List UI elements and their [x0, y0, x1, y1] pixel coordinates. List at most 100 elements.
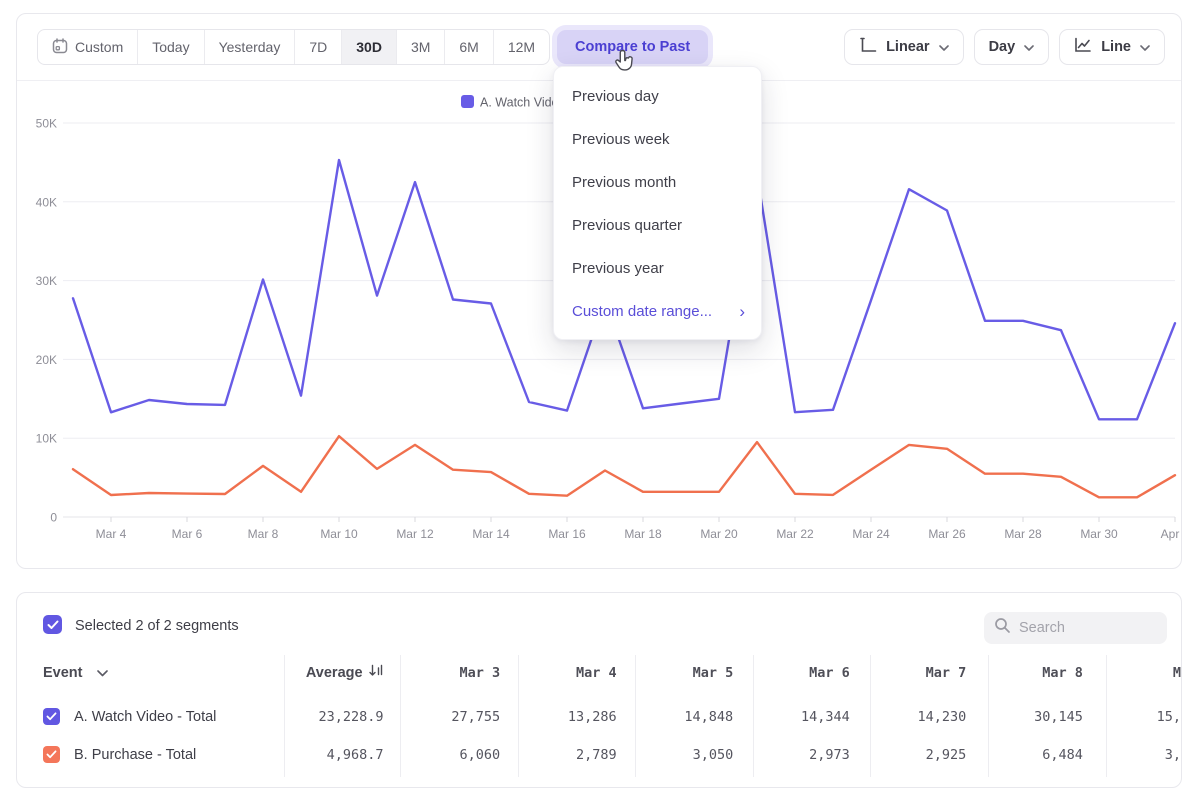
average-column-header[interactable]: Average: [282, 664, 397, 682]
x-axis-label: Mar 8: [248, 527, 279, 541]
y-axis-label: 10K: [36, 432, 57, 446]
segment-checkbox[interactable]: [43, 746, 60, 763]
range-option-12m[interactable]: 12M: [493, 30, 549, 64]
insights-report-page: Custom Today Yesterday 7D 30D 3M 6M 12M Compare…: [0, 0, 1200, 802]
average-cell: 23,228.9: [282, 709, 397, 725]
x-axis-label: Mar 14: [472, 527, 510, 541]
compare-to-past-button[interactable]: Compare to Past: [557, 30, 708, 64]
menu-item-previous-year[interactable]: Previous year: [554, 247, 761, 290]
table-row: B. Purchase - Total 4,968.76,0602,7893,05…: [17, 735, 1181, 774]
range-option-7d[interactable]: 7D: [294, 30, 341, 64]
segments-search[interactable]: [984, 612, 1167, 644]
range-option-yesterday[interactable]: Yesterday: [204, 30, 295, 64]
chevron-down-icon: [1024, 39, 1034, 55]
x-axis-label: Mar 4: [96, 527, 127, 541]
range-option-today[interactable]: Today: [137, 30, 203, 64]
menu-item-custom-date-range[interactable]: Custom date range...›: [554, 290, 761, 333]
calendar-icon: [52, 38, 68, 57]
value-cell: 6,484: [979, 747, 1096, 763]
range-option-3m[interactable]: 3M: [396, 30, 444, 64]
interval-dropdown-button[interactable]: Day: [974, 29, 1050, 65]
x-axis-label: Apr 1: [1161, 527, 1181, 541]
select-all-checkbox[interactable]: [43, 615, 62, 634]
date-column-header[interactable]: Mar 7: [863, 665, 980, 681]
x-axis-label: Mar 12: [396, 527, 434, 541]
legend-item[interactable]: A. Watch Video: [461, 95, 566, 110]
range-option-custom[interactable]: Custom: [38, 30, 137, 64]
x-axis-label: Mar 22: [776, 527, 814, 541]
y-axis-label: 0: [50, 511, 57, 525]
chevron-down-icon: [1140, 39, 1150, 55]
sort-descending-icon: [369, 664, 384, 682]
value-cell: 14,230: [863, 709, 980, 725]
table-row: A. Watch Video - Total23,228.927,75513,2…: [17, 697, 1181, 736]
segment-checkbox[interactable]: [43, 708, 60, 725]
value-cell: 14,344: [746, 709, 863, 725]
series-line-b-purchase[interactable]: [73, 436, 1175, 497]
range-option-6m[interactable]: 6M: [444, 30, 492, 64]
range-option-30d[interactable]: 30D: [341, 30, 396, 64]
selected-segments-label: Selected 2 of 2 segments: [75, 618, 239, 634]
event-column-header[interactable]: Event: [17, 664, 282, 682]
value-cell: 3,050: [630, 747, 747, 763]
menu-item-previous-quarter[interactable]: Previous quarter: [554, 204, 761, 247]
table-header-row: Event Average Mar 3Mar 4Mar 5Mar 6Mar 7Mar…: [17, 653, 1181, 693]
date-column-header[interactable]: Mar 8: [979, 665, 1096, 681]
range-option-label: 7D: [309, 39, 327, 55]
segments-table: Event Average Mar 3Mar 4Mar 5Mar 6Mar 7Mar…: [17, 653, 1181, 781]
value-cell: 14,848: [630, 709, 747, 725]
line-chart-icon: [1074, 37, 1092, 57]
date-column-header[interactable]: Mar 5: [630, 665, 747, 681]
x-axis-label: Mar 6: [172, 527, 203, 541]
date-column-header[interactable]: Mar 6: [746, 665, 863, 681]
x-axis-label: Mar 18: [624, 527, 662, 541]
x-axis-label: Mar 26: [928, 527, 966, 541]
segments-panel-header: Selected 2 of 2 segments: [17, 593, 1181, 651]
clipped-value-cell: 15,: [1096, 709, 1181, 725]
segments-panel: Selected 2 of 2 segments Event Average Mar…: [16, 592, 1182, 788]
value-cell: 2,973: [746, 747, 863, 763]
date-range-segmented-control: Custom Today Yesterday 7D 30D 3M 6M 12M: [37, 29, 550, 65]
average-header: Average: [306, 664, 384, 682]
value-cell: 2,925: [863, 747, 980, 763]
y-axis-label: 50K: [36, 117, 57, 131]
search-input[interactable]: [1019, 620, 1149, 636]
x-axis-label: Mar 24: [852, 527, 890, 541]
range-option-label: 12M: [508, 39, 535, 55]
value-cell: 6,060: [397, 747, 514, 763]
x-axis-label: Mar 30: [1080, 527, 1118, 541]
value-cell: 27,755: [397, 709, 514, 725]
range-option-label: Yesterday: [219, 39, 281, 55]
segment-name: B. Purchase - Total: [74, 747, 196, 763]
average-cell: 4,968.7: [282, 747, 397, 763]
menu-item-previous-month[interactable]: Previous month: [554, 161, 761, 204]
scale-label: Linear: [886, 39, 930, 55]
chevron-down-icon: [939, 39, 949, 55]
menu-item-previous-day[interactable]: Previous day: [554, 75, 761, 118]
event-cell: B. Purchase - Total: [17, 746, 282, 763]
event-cell: A. Watch Video - Total: [17, 708, 282, 725]
menu-item-previous-week[interactable]: Previous week: [554, 118, 761, 161]
interval-label: Day: [989, 39, 1016, 55]
range-option-label: Today: [152, 39, 189, 55]
segment-name: A. Watch Video - Total: [74, 709, 216, 725]
compare-to-past-menu: Previous dayPrevious weekPrevious monthP…: [553, 66, 762, 340]
range-option-label: Custom: [75, 39, 123, 55]
scale-dropdown-button[interactable]: Linear: [844, 29, 964, 65]
event-header-label: Event: [43, 665, 83, 681]
date-column-header[interactable]: Mar 3: [397, 665, 514, 681]
value-cell: 2,789: [513, 747, 630, 763]
y-axis-label: 40K: [36, 195, 57, 209]
average-header-label: Average: [306, 665, 363, 681]
chevron-down-icon: [97, 664, 108, 682]
chevron-right-icon: ›: [739, 303, 745, 320]
x-axis-label: Mar 28: [1004, 527, 1042, 541]
value-cell: 30,145: [979, 709, 1096, 725]
date-column-header[interactable]: Mar 4: [513, 665, 630, 681]
y-axis-label: 30K: [36, 274, 57, 288]
chart-type-dropdown-button[interactable]: Line: [1059, 29, 1165, 65]
range-option-label: 3M: [411, 39, 430, 55]
x-axis-label: Mar 20: [700, 527, 738, 541]
range-option-label: 6M: [459, 39, 478, 55]
y-axis-label: 20K: [36, 353, 57, 367]
